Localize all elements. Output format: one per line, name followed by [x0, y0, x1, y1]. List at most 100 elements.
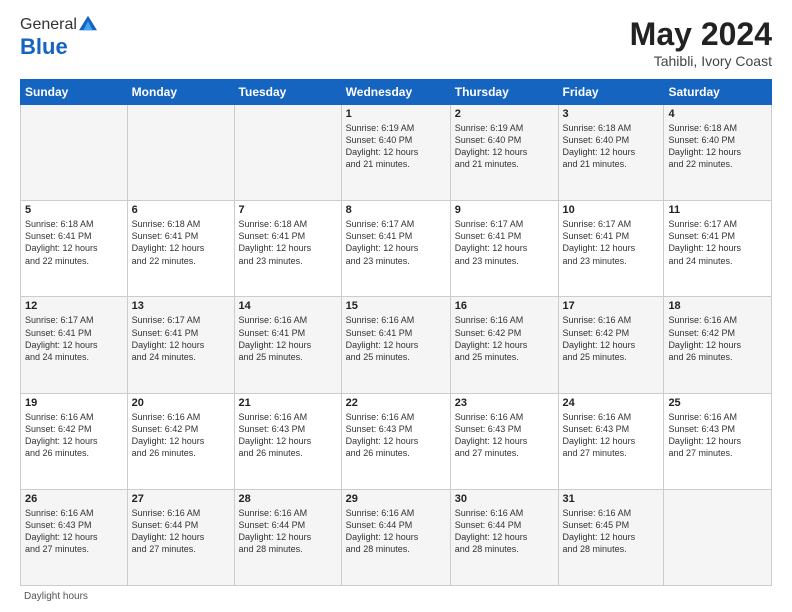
calendar-cell: 14 Sunrise: 6:16 AM Sunset: 6:41 PM Dayli… [234, 297, 341, 393]
calendar-cell: 21 Sunrise: 6:16 AM Sunset: 6:43 PM Dayli… [234, 393, 341, 489]
calendar-header-cell: Friday [558, 80, 664, 105]
day-info: Sunrise: 6:17 AM Sunset: 6:41 PM Dayligh… [132, 314, 230, 363]
day-number: 31 [563, 493, 660, 505]
day-number: 23 [455, 397, 554, 409]
calendar-cell [127, 105, 234, 201]
day-number: 13 [132, 300, 230, 312]
calendar-cell: 20 Sunrise: 6:16 AM Sunset: 6:42 PM Dayli… [127, 393, 234, 489]
day-info: Sunrise: 6:17 AM Sunset: 6:41 PM Dayligh… [346, 218, 446, 267]
calendar-cell: 26Sunrise: 6:16 AM Sunset: 6:43 PM Dayli… [21, 489, 128, 585]
day-number: 24 [563, 397, 660, 409]
calendar-cell [21, 105, 128, 201]
calendar-cell: 18 Sunrise: 6:16 AM Sunset: 6:42 PM Dayli… [664, 297, 772, 393]
location: Tahibli, Ivory Coast [630, 53, 772, 69]
day-info: Sunrise: 6:16 AM Sunset: 6:41 PM Dayligh… [346, 314, 446, 363]
day-number: 5 [25, 204, 123, 216]
calendar-body: 1 Sunrise: 6:19 AM Sunset: 6:40 PM Daylig… [21, 105, 772, 586]
calendar-cell: 31 Sunrise: 6:16 AM Sunset: 6:45 PM Dayli… [558, 489, 664, 585]
day-number: 22 [346, 397, 446, 409]
calendar-header-row: SundayMondayTuesdayWednesdayThursdayFrid… [21, 80, 772, 105]
day-info: Sunrise: 6:17 AM Sunset: 6:41 PM Dayligh… [563, 218, 660, 267]
calendar-table: SundayMondayTuesdayWednesdayThursdayFrid… [20, 79, 772, 586]
month-year: May 2024 [630, 16, 772, 53]
calendar-cell: 16 Sunrise: 6:16 AM Sunset: 6:42 PM Dayli… [450, 297, 558, 393]
calendar-cell: 27Sunrise: 6:16 AM Sunset: 6:44 PM Dayli… [127, 489, 234, 585]
calendar-cell: 11 Sunrise: 6:17 AM Sunset: 6:41 PM Dayli… [664, 201, 772, 297]
calendar-cell: 28 Sunrise: 6:16 AM Sunset: 6:44 PM Dayli… [234, 489, 341, 585]
calendar-cell: 6 Sunrise: 6:18 AM Sunset: 6:41 PM Daylig… [127, 201, 234, 297]
day-number: 16 [455, 300, 554, 312]
title-block: May 2024 Tahibli, Ivory Coast [630, 16, 772, 69]
calendar-cell: 15 Sunrise: 6:16 AM Sunset: 6:41 PM Dayli… [341, 297, 450, 393]
day-info: Sunrise: 6:16 AM Sunset: 6:43 PM Dayligh… [455, 411, 554, 460]
day-info: Sunrise: 6:16 AM Sunset: 6:43 PM Dayligh… [668, 411, 767, 460]
day-info: Sunrise: 6:18 AM Sunset: 6:41 PM Dayligh… [132, 218, 230, 267]
day-info: Sunrise: 6:16 AM Sunset: 6:44 PM Dayligh… [346, 507, 446, 556]
day-info: Sunrise: 6:16 AM Sunset: 6:43 PM Dayligh… [25, 507, 123, 556]
day-number: 8 [346, 204, 446, 216]
calendar-week-row: 26Sunrise: 6:16 AM Sunset: 6:43 PM Dayli… [21, 489, 772, 585]
day-info: Sunrise: 6:16 AM Sunset: 6:43 PM Dayligh… [239, 411, 337, 460]
calendar-header-cell: Monday [127, 80, 234, 105]
calendar-cell: 12Sunrise: 6:17 AM Sunset: 6:41 PM Dayli… [21, 297, 128, 393]
day-number: 9 [455, 204, 554, 216]
calendar-cell: 7Sunrise: 6:18 AM Sunset: 6:41 PM Daylig… [234, 201, 341, 297]
day-info: Sunrise: 6:18 AM Sunset: 6:41 PM Dayligh… [239, 218, 337, 267]
day-info: Sunrise: 6:18 AM Sunset: 6:40 PM Dayligh… [668, 122, 767, 171]
day-number: 1 [346, 108, 446, 120]
day-info: Sunrise: 6:16 AM Sunset: 6:41 PM Dayligh… [239, 314, 337, 363]
day-number: 20 [132, 397, 230, 409]
calendar-cell: 24 Sunrise: 6:16 AM Sunset: 6:43 PM Dayli… [558, 393, 664, 489]
calendar-header-cell: Saturday [664, 80, 772, 105]
calendar-header-cell: Thursday [450, 80, 558, 105]
day-number: 14 [239, 300, 337, 312]
day-number: 15 [346, 300, 446, 312]
day-info: Sunrise: 6:17 AM Sunset: 6:41 PM Dayligh… [25, 314, 123, 363]
day-info: Sunrise: 6:16 AM Sunset: 6:45 PM Dayligh… [563, 507, 660, 556]
calendar-cell: 2 Sunrise: 6:19 AM Sunset: 6:40 PM Daylig… [450, 105, 558, 201]
day-number: 2 [455, 108, 554, 120]
calendar-header-cell: Wednesday [341, 80, 450, 105]
calendar-cell: 10Sunrise: 6:17 AM Sunset: 6:41 PM Dayli… [558, 201, 664, 297]
calendar-cell [234, 105, 341, 201]
day-info: Sunrise: 6:16 AM Sunset: 6:44 PM Dayligh… [239, 507, 337, 556]
day-info: Sunrise: 6:16 AM Sunset: 6:43 PM Dayligh… [346, 411, 446, 460]
day-number: 25 [668, 397, 767, 409]
calendar-cell: 8 Sunrise: 6:17 AM Sunset: 6:41 PM Daylig… [341, 201, 450, 297]
day-number: 30 [455, 493, 554, 505]
calendar-cell: 5 Sunrise: 6:18 AM Sunset: 6:41 PM Daylig… [21, 201, 128, 297]
day-number: 21 [239, 397, 337, 409]
calendar-cell: 30 Sunrise: 6:16 AM Sunset: 6:44 PM Dayli… [450, 489, 558, 585]
day-number: 28 [239, 493, 337, 505]
logo-general-text: General [20, 16, 77, 34]
calendar-cell: 1Sunrise: 6:19 AM Sunset: 6:40 PM Daylig… [341, 105, 450, 201]
calendar-cell: 23 Sunrise: 6:16 AM Sunset: 6:43 PM Dayli… [450, 393, 558, 489]
calendar-week-row: 5 Sunrise: 6:18 AM Sunset: 6:41 PM Daylig… [21, 201, 772, 297]
calendar-cell: 9Sunrise: 6:17 AM Sunset: 6:41 PM Daylig… [450, 201, 558, 297]
day-number: 4 [668, 108, 767, 120]
header: General Blue May 2024 Tahibli, Ivory Coa… [20, 16, 772, 69]
calendar-cell: 25 Sunrise: 6:16 AM Sunset: 6:43 PM Dayli… [664, 393, 772, 489]
day-info: Sunrise: 6:16 AM Sunset: 6:42 PM Dayligh… [668, 314, 767, 363]
day-info: Sunrise: 6:18 AM Sunset: 6:40 PM Dayligh… [563, 122, 660, 171]
calendar-week-row: 12Sunrise: 6:17 AM Sunset: 6:41 PM Dayli… [21, 297, 772, 393]
calendar-cell: 29 Sunrise: 6:16 AM Sunset: 6:44 PM Dayli… [341, 489, 450, 585]
day-info: Sunrise: 6:18 AM Sunset: 6:41 PM Dayligh… [25, 218, 123, 267]
day-info: Sunrise: 6:16 AM Sunset: 6:44 PM Dayligh… [132, 507, 230, 556]
day-info: Sunrise: 6:16 AM Sunset: 6:42 PM Dayligh… [455, 314, 554, 363]
calendar-cell: 4 Sunrise: 6:18 AM Sunset: 6:40 PM Daylig… [664, 105, 772, 201]
day-info: Sunrise: 6:16 AM Sunset: 6:42 PM Dayligh… [25, 411, 123, 460]
day-number: 18 [668, 300, 767, 312]
day-info: Sunrise: 6:17 AM Sunset: 6:41 PM Dayligh… [668, 218, 767, 267]
logo: General Blue [20, 16, 99, 60]
day-number: 6 [132, 204, 230, 216]
day-info: Sunrise: 6:16 AM Sunset: 6:44 PM Dayligh… [455, 507, 554, 556]
day-info: Sunrise: 6:19 AM Sunset: 6:40 PM Dayligh… [455, 122, 554, 171]
day-number: 11 [668, 204, 767, 216]
page: General Blue May 2024 Tahibli, Ivory Coa… [0, 0, 792, 612]
day-number: 29 [346, 493, 446, 505]
calendar-cell: 13 Sunrise: 6:17 AM Sunset: 6:41 PM Dayli… [127, 297, 234, 393]
calendar-cell: 17Sunrise: 6:16 AM Sunset: 6:42 PM Dayli… [558, 297, 664, 393]
day-info: Sunrise: 6:16 AM Sunset: 6:43 PM Dayligh… [563, 411, 660, 460]
day-info: Sunrise: 6:16 AM Sunset: 6:42 PM Dayligh… [132, 411, 230, 460]
